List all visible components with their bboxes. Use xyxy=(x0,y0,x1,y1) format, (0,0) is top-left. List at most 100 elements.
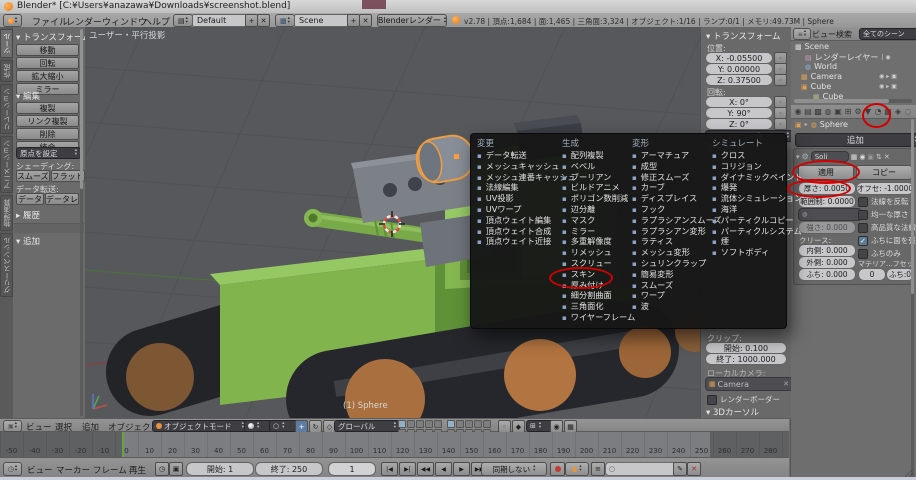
modifier-menu-item[interactable]: ベベル xyxy=(562,161,628,172)
modifier-menu-item[interactable]: クロス xyxy=(712,150,784,161)
timeline-playback-menu[interactable]: 再生 xyxy=(129,464,146,476)
modifier-menu-item[interactable]: 爆発 xyxy=(712,182,784,193)
delete-modifier-icon[interactable]: ✕ xyxy=(884,153,890,161)
chevron-down-icon[interactable]: ▾ xyxy=(796,153,800,161)
properties-tab-icon[interactable]: ◌ xyxy=(903,107,913,116)
info-editor-type-button[interactable]: ▴▾ xyxy=(3,14,22,27)
tab-grease-pencil[interactable]: グリースペンシル xyxy=(0,233,13,297)
properties-tab-icon[interactable]: ◉ xyxy=(793,107,803,116)
properties-tab-icon[interactable]: ▦ xyxy=(883,107,893,116)
modifier-menu-item[interactable]: 頂点ウェイト編集 xyxy=(477,215,559,226)
set-origin-dropdown[interactable]: 原点を設定 ▴▾ xyxy=(16,147,81,159)
layer-cell[interactable] xyxy=(483,420,491,428)
modifier-menu-item[interactable]: 法線編集 xyxy=(477,182,559,193)
tool-button[interactable]: 拡大縮小 xyxy=(16,70,79,82)
modifier-menu-item[interactable]: マスク xyxy=(562,215,628,226)
autokey-record-button[interactable] xyxy=(550,462,565,476)
modifier-menu-item[interactable]: パーティクルコピー xyxy=(712,215,784,226)
modifier-menu-item[interactable]: ラティス xyxy=(632,236,708,247)
mode-dropdown[interactable]: オブジェクトモード ▴▾ xyxy=(152,420,248,432)
delete-keyframe-button[interactable]: ✕ xyxy=(687,462,701,476)
playback-button[interactable]: ◀◀ xyxy=(417,462,434,476)
modifier-menu-item[interactable]: メッシュ連番キャッシュ xyxy=(477,172,559,183)
playback-button[interactable]: ▶ xyxy=(453,462,470,476)
orientation-dropdown[interactable]: グローバル ▴▾ xyxy=(334,420,400,432)
modifier-menu-item[interactable]: 流体シミュレーション xyxy=(712,193,784,204)
properties-tab-icon[interactable]: ▩ xyxy=(813,107,823,116)
outliner-search-menu[interactable]: 検索 xyxy=(836,29,852,40)
tab-tools[interactable]: ツール xyxy=(0,29,13,58)
title-bar[interactable]: Blender* [C:¥Users¥anazawa¥Downloads¥scr… xyxy=(0,0,916,14)
modifier-menu-item[interactable]: ラプラシアンスムーズ xyxy=(632,215,708,226)
layer-cell[interactable] xyxy=(474,420,482,428)
modifier-menu-item[interactable]: 簡易変形 xyxy=(632,269,708,280)
timeline-track[interactable]: -50-40-30-20-100102030405060708090100110… xyxy=(0,432,789,457)
modifier-menu-item[interactable]: ポリゴン数削減 xyxy=(562,193,628,204)
sync-mode-dropdown[interactable]: 同期しない ▴▾ xyxy=(481,462,547,476)
properties-v-scrollbar[interactable] xyxy=(911,119,914,477)
loc-z-field[interactable]: Z: 0.37500 xyxy=(705,74,773,86)
modifier-menu-item[interactable]: リメッシュ xyxy=(562,247,628,258)
viewport-toggle-icon[interactable]: ◉ xyxy=(859,153,865,161)
playback-button[interactable]: ▶| xyxy=(399,462,416,476)
modifier-menu-item[interactable]: ソフトボディ xyxy=(712,247,784,258)
vertex-group-field[interactable]: ◍ xyxy=(798,208,862,221)
modifier-menu-item[interactable]: パーティクルシステム xyxy=(712,226,784,237)
outliner-h-scrollbar[interactable] xyxy=(794,99,912,103)
thickness-field[interactable]: 厚さ: 0.0050 xyxy=(798,182,856,195)
modifier-menu-item[interactable]: 頂点ウェイト合成 xyxy=(477,226,559,237)
layout-browse-icon[interactable]: ▤ ▴▾ xyxy=(173,14,193,27)
modifier-menu-item[interactable]: カーブ xyxy=(632,182,708,193)
panel-header-add[interactable]: ▾ 追加 xyxy=(16,235,40,247)
properties-tab-icon[interactable]: ▼ xyxy=(863,107,873,116)
modifier-menu-item[interactable]: ビルドアニメ xyxy=(562,182,628,193)
render-border-checkbox[interactable]: レンダーボーダー xyxy=(707,394,780,405)
properties-tab-icon[interactable]: ⊞ xyxy=(843,107,853,116)
playback-button[interactable]: ◀ xyxy=(435,462,452,476)
tool-button[interactable]: 削除 xyxy=(16,128,79,140)
outliner-filter-dropdown[interactable]: 全てのシーン ▴▾ xyxy=(859,28,916,40)
modifier-menu-item[interactable]: 三角面化 xyxy=(562,301,628,312)
render-engine-select[interactable]: Blenderレンダー ▴▾ xyxy=(377,14,447,27)
frame-end-field[interactable]: 終了: 250 xyxy=(255,462,323,476)
timeline-frame-menu[interactable]: フレーム xyxy=(93,464,127,476)
npanel-3dcursor-header[interactable]: ▾ 3Dカーソル xyxy=(706,406,759,418)
frame-lock-button[interactable]: ▣ xyxy=(169,462,183,476)
tool-button[interactable]: 複製 xyxy=(16,102,79,114)
corner-resize-icon[interactable] xyxy=(903,467,913,477)
tab-physics[interactable]: 物理演算 xyxy=(0,195,13,231)
fill-rim-checkbox[interactable]: ✓ふちに面を張る xyxy=(858,235,916,246)
modifier-menu-item[interactable]: 辺分離 xyxy=(562,204,628,215)
rim-offset-field[interactable]: ふち:0 xyxy=(886,268,914,281)
tool-button[interactable]: 回転 xyxy=(16,57,79,69)
modifier-menu-item[interactable]: 頂点ウェイト近接 xyxy=(477,236,559,247)
modifier-menu-item[interactable]: 配列複製 xyxy=(562,150,628,161)
current-frame-field[interactable]: 1 xyxy=(328,462,376,476)
scene-name-field[interactable]: Scene xyxy=(294,14,352,27)
flip-normals-checkbox[interactable]: 法線を反転 xyxy=(858,196,909,207)
tab-create[interactable]: 作成 xyxy=(0,60,13,82)
modifier-menu-item[interactable]: UVワープ xyxy=(477,204,559,215)
modifier-menu-item[interactable]: シュリンクラップ xyxy=(632,258,708,269)
clamp-field[interactable]: 範囲制: 0.0000 xyxy=(798,195,856,208)
layer-cell[interactable] xyxy=(398,420,406,428)
modifier-menu-item[interactable]: スムーズ xyxy=(632,280,708,291)
outliner-editor-type-button[interactable]: ≡ ▴▾ xyxy=(793,28,811,40)
factor-field[interactable]: 強さ: 0.000 xyxy=(798,221,856,234)
panel-header-history[interactable]: ▸ 履歴 xyxy=(16,209,40,221)
properties-tab-icon[interactable]: ▣ xyxy=(833,107,843,116)
timeline-view-menu[interactable]: ビュー xyxy=(27,464,53,476)
only-rim-checkbox[interactable]: ふちのみ xyxy=(858,248,901,259)
apply-button[interactable]: 適用 xyxy=(798,165,854,180)
outliner-row-scene[interactable]: ▩ Scene xyxy=(795,42,829,51)
modifier-menu-item[interactable]: 修正スムーズ xyxy=(632,172,708,183)
npanel-transform-header[interactable]: ▾ トランスフォーム xyxy=(706,30,781,42)
outliner-row-world[interactable]: ◍ World xyxy=(805,62,837,71)
data-button[interactable]: データ xyxy=(16,193,44,205)
modifier-name-field[interactable]: Soli xyxy=(811,151,849,162)
modifier-menu-item[interactable]: UV投影 xyxy=(477,193,559,204)
modifier-menu-item[interactable]: 煙 xyxy=(712,236,784,247)
tool-button[interactable]: リンク複製 xyxy=(16,115,79,127)
layout-close-button[interactable]: ✕ xyxy=(257,14,270,27)
properties-tab-icon[interactable]: ▤ xyxy=(803,107,813,116)
